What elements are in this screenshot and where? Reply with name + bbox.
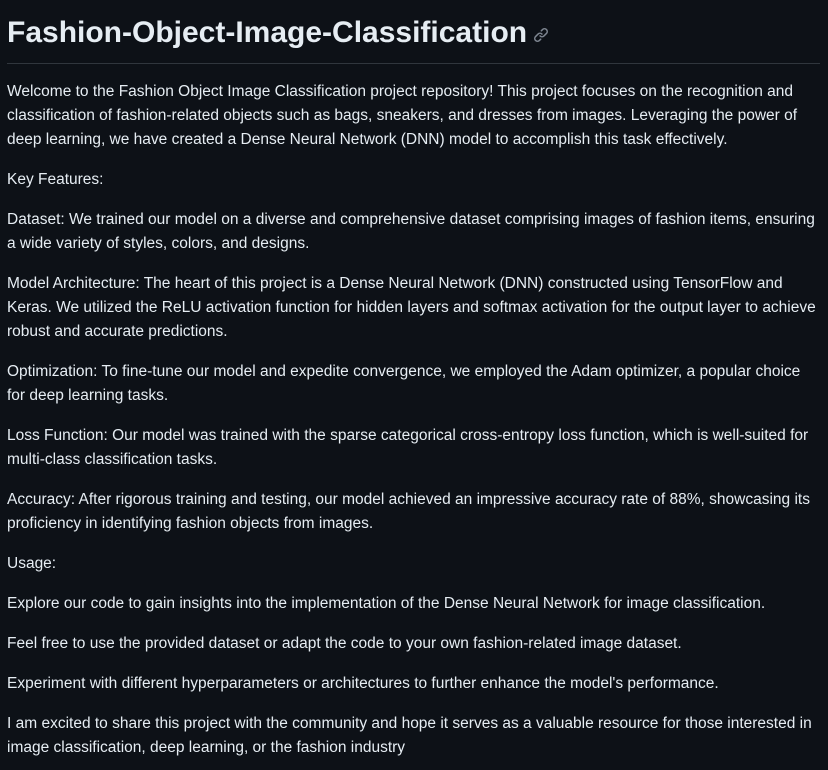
loss-function-paragraph: Loss Function: Our model was trained wit… xyxy=(7,427,809,468)
readme-container: Fashion-Object-Image-Classification Welc… xyxy=(0,0,828,770)
readme-heading: Fashion-Object-Image-Classification xyxy=(7,0,820,64)
usage-dataset-paragraph: Feel free to use the provided dataset or… xyxy=(7,635,682,652)
closing-paragraph: I am excited to share this project with … xyxy=(7,715,812,756)
readme-title-text: Fashion-Object-Image-Classification xyxy=(7,16,528,49)
model-architecture-paragraph: Model Architecture: The heart of this pr… xyxy=(7,275,816,340)
readme-body: Welcome to the Fashion Object Image Clas… xyxy=(7,64,820,760)
readme-title: Fashion-Object-Image-Classification xyxy=(7,13,549,53)
usage-experiment-paragraph: Experiment with different hyperparameter… xyxy=(7,675,719,692)
accuracy-paragraph: Accuracy: After rigorous training and te… xyxy=(7,491,810,532)
key-features-label: Key Features: xyxy=(7,171,104,188)
link-icon[interactable] xyxy=(533,27,549,43)
intro-paragraph: Welcome to the Fashion Object Image Clas… xyxy=(7,83,798,148)
usage-label: Usage: xyxy=(7,555,57,572)
optimization-paragraph: Optimization: To fine-tune our model and… xyxy=(7,363,801,404)
usage-explore-paragraph: Explore our code to gain insights into t… xyxy=(7,595,766,612)
dataset-paragraph: Dataset: We trained our model on a diver… xyxy=(7,211,815,252)
